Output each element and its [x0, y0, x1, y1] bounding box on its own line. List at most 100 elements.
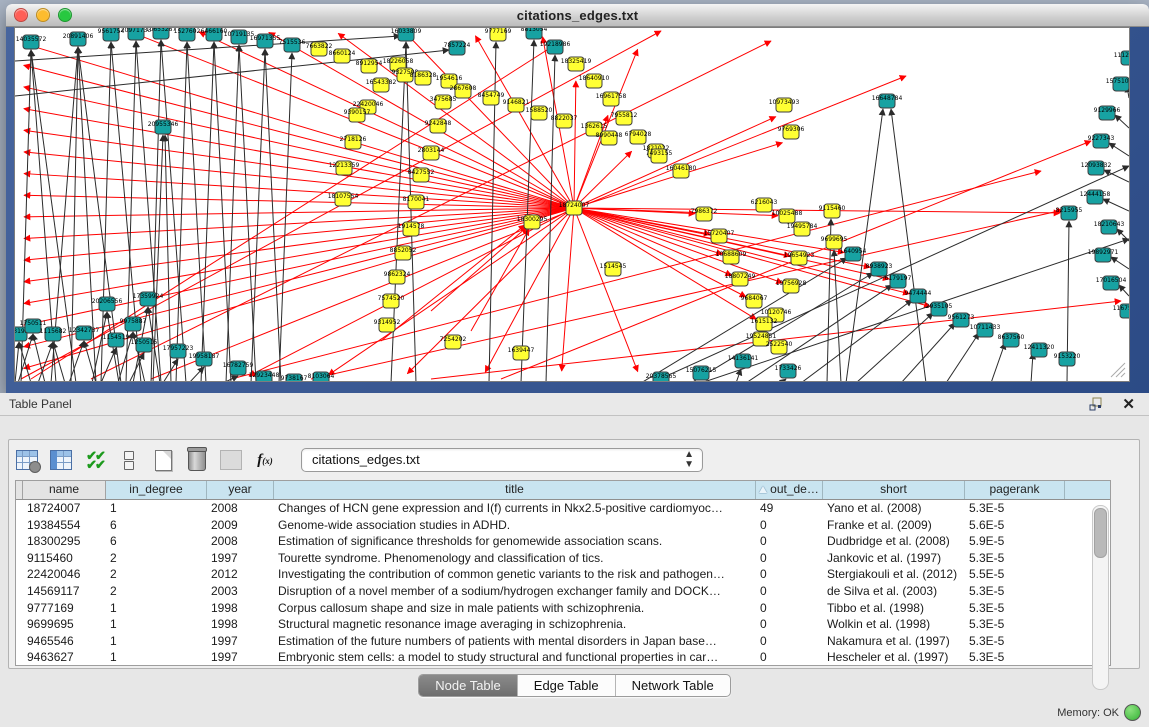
- cell-pagerank[interactable]: 5.6E-5: [964, 517, 1064, 534]
- graph-node[interactable]: 1639447: [508, 346, 535, 360]
- graph-node[interactable]: 16648784: [872, 94, 903, 108]
- graph-node[interactable]: 1250515: [131, 338, 158, 352]
- graph-node[interactable]: 10973493: [769, 98, 800, 112]
- resize-grip-icon[interactable]: [1107, 359, 1127, 379]
- cell-pagerank[interactable]: 5.3E-5: [964, 500, 1064, 517]
- graph-node[interactable]: 18325419: [561, 57, 592, 71]
- graph-node[interactable]: 11121550: [1114, 51, 1129, 65]
- memory-status-icon[interactable]: [1124, 704, 1141, 721]
- graph-node[interactable]: 8813054: [521, 28, 548, 39]
- graph-node[interactable]: 15720407: [704, 229, 735, 243]
- tab-node-table[interactable]: Node Table: [419, 675, 518, 696]
- cell-pagerank[interactable]: 5.3E-5: [964, 633, 1064, 650]
- table-row[interactable]: 946362711997Embryonic stem cells: a mode…: [16, 649, 1110, 666]
- cell-title[interactable]: Embryonic stem cells: a model to study s…: [273, 649, 755, 666]
- cell-year[interactable]: 2003: [206, 583, 273, 600]
- cell-short[interactable]: Yano et al. (2008): [822, 500, 964, 517]
- graph-node[interactable]: 19756928: [776, 279, 807, 293]
- table-selector-dropdown[interactable]: citations_edges.txt ▲▼: [301, 448, 703, 472]
- cell-in_degree[interactable]: 1: [105, 500, 206, 517]
- graph-node[interactable]: 7515536: [279, 38, 306, 52]
- cell-short[interactable]: Jankovic et al. (1997): [822, 550, 964, 567]
- cell-name[interactable]: 14569117: [22, 583, 105, 600]
- delete-row-icon[interactable]: [185, 448, 209, 472]
- graph-node[interactable]: 8427552: [408, 168, 435, 182]
- graph-node[interactable]: 1527602: [174, 28, 201, 41]
- cell-out_de[interactable]: 0: [755, 533, 822, 550]
- cell-in_degree[interactable]: 2: [105, 583, 206, 600]
- cell-in_degree[interactable]: 1: [105, 633, 206, 650]
- column-header-year[interactable]: year: [207, 481, 274, 499]
- graph-node[interactable]: 10688609: [716, 250, 747, 264]
- cell-out_de[interactable]: 0: [755, 566, 822, 583]
- cell-short[interactable]: Franke et al. (2009): [822, 517, 964, 534]
- graph-node[interactable]: 8822037: [551, 114, 578, 128]
- cell-short[interactable]: Dudbridge et al. (2008): [822, 533, 964, 550]
- cell-year[interactable]: 2009: [206, 517, 273, 534]
- graph-node[interactable]: 16543382: [366, 78, 397, 92]
- graph-node[interactable]: 9314952: [374, 318, 401, 332]
- cell-out_de[interactable]: 0: [755, 633, 822, 650]
- graph-node[interactable]: 10025488: [772, 209, 803, 223]
- cell-year[interactable]: 2012: [206, 566, 273, 583]
- graph-node[interactable]: 7986372: [691, 207, 718, 221]
- graph-node[interactable]: 8170041: [403, 195, 430, 209]
- column-header-in_degree[interactable]: in_degree: [106, 481, 207, 499]
- table-row[interactable]: 969969511998Structural magnetic resonanc…: [16, 616, 1110, 633]
- cell-out_de[interactable]: 0: [755, 649, 822, 666]
- table-type-segmented-control[interactable]: Node TableEdge TableNetwork Table: [418, 674, 731, 697]
- column-header-pagerank[interactable]: pagerank: [965, 481, 1065, 499]
- column-header-out_de[interactable]: out_de…: [756, 481, 823, 499]
- cell-in_degree[interactable]: 1: [105, 649, 206, 666]
- graph-node[interactable]: 9738167: [281, 374, 308, 381]
- vertical-scrollbar[interactable]: [1092, 505, 1109, 690]
- cell-pagerank[interactable]: 5.3E-5: [964, 649, 1064, 666]
- cell-title[interactable]: Investigating the contribution of common…: [273, 566, 755, 583]
- select-mode-icon[interactable]: ✔✔✔✔: [83, 448, 107, 472]
- graph-node[interactable]: 18640910: [579, 74, 610, 88]
- cell-out_de[interactable]: 49: [755, 500, 822, 517]
- cell-in_degree[interactable]: 1: [105, 600, 206, 617]
- cell-in_degree[interactable]: 6: [105, 517, 206, 534]
- graph-node[interactable]: 7493155: [646, 149, 673, 163]
- table-settings-icon[interactable]: [15, 448, 39, 472]
- graph-node[interactable]: 19495784: [787, 222, 818, 236]
- graph-node[interactable]: 15076215: [686, 366, 717, 380]
- table-row[interactable]: 977716911998Corpus callosum shape and si…: [16, 600, 1110, 617]
- graph-node[interactable]: 20206556: [92, 297, 123, 311]
- cell-out_de[interactable]: 0: [755, 550, 822, 567]
- graph-node[interactable]: 11675339: [1113, 304, 1129, 318]
- graph-node[interactable]: 8186328: [410, 71, 437, 85]
- graph-node[interactable]: 9227343: [1088, 134, 1115, 148]
- graph-node[interactable]: 20378565: [646, 372, 677, 381]
- graph-node[interactable]: 1514545: [600, 262, 627, 276]
- graph-node[interactable]: 9777169: [485, 28, 512, 41]
- graph-node[interactable]: 19892971: [1088, 248, 1119, 262]
- graph-node[interactable]: 8103064: [308, 372, 335, 381]
- cell-name[interactable]: 9115460: [22, 550, 105, 567]
- graph-node[interactable]: 9769306: [778, 125, 805, 139]
- graph-node[interactable]: 15751074: [1106, 77, 1129, 91]
- graph-node[interactable]: 10711433: [970, 323, 1001, 337]
- cell-short[interactable]: Stergiakouli et al. (2012): [822, 566, 964, 583]
- graph-node[interactable]: 12411320: [1024, 343, 1055, 357]
- close-panel-icon[interactable]: ✕: [1122, 395, 1135, 413]
- cell-name[interactable]: 9465546: [22, 633, 105, 650]
- attribute-table[interactable]: namein_degreeyeartitleout_de…shortpagera…: [15, 480, 1111, 666]
- column-header-title[interactable]: title: [274, 481, 756, 499]
- graph-node[interactable]: 12923448: [249, 371, 280, 381]
- column-header-short[interactable]: short: [823, 481, 965, 499]
- graph-node[interactable]: 12093832: [1081, 161, 1112, 175]
- graph-node[interactable]: 18807249: [725, 272, 756, 286]
- table-header-row[interactable]: namein_degreeyeartitleout_de…shortpagera…: [16, 481, 1110, 500]
- graph-node[interactable]: 8637560: [998, 333, 1025, 347]
- cell-short[interactable]: Tibbo et al. (1998): [822, 600, 964, 617]
- cell-name[interactable]: 9463627: [22, 649, 105, 666]
- cell-year[interactable]: 1998: [206, 600, 273, 617]
- new-table-icon[interactable]: [151, 448, 175, 472]
- cell-pagerank[interactable]: 5.3E-5: [964, 550, 1064, 567]
- graph-node[interactable]: 1154519: [103, 333, 130, 347]
- column-header-name[interactable]: name: [23, 481, 106, 499]
- cell-year[interactable]: 2008: [206, 500, 273, 517]
- graph-node[interactable]: 1914578: [398, 222, 425, 236]
